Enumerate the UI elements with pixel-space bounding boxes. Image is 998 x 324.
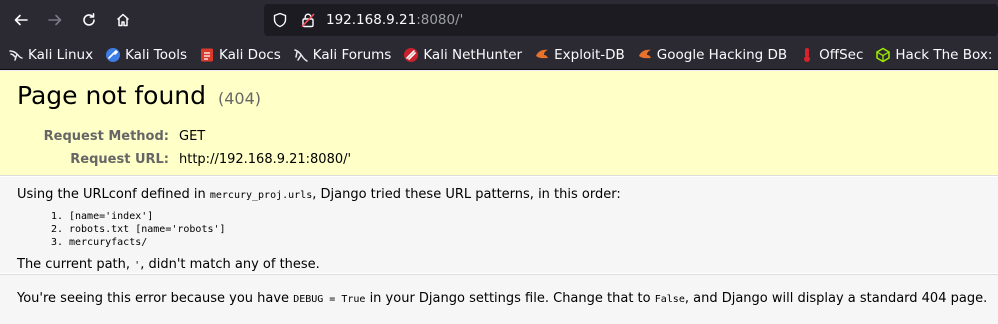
url-bar[interactable]: 192.168.9.21:8080/' [264, 4, 998, 36]
home-button[interactable] [106, 3, 140, 37]
error-summary: Page not found (404) Request Method: GET… [0, 71, 998, 176]
bookmark-label: OffSec [819, 46, 864, 63]
forward-button[interactable] [38, 3, 72, 37]
explanation-post: , and Django will display a standard 404… [684, 291, 988, 306]
current-pre: The current path, [17, 257, 135, 272]
bookmark-label: Exploit-DB [554, 46, 625, 63]
current-path-text: The current path, ', didn't match any of… [17, 257, 981, 272]
bookmarks-toolbar: Kali Linux Kali Tools Kali Docs Kali For… [0, 40, 998, 70]
htb-icon [875, 47, 891, 63]
url-path: :8080/' [416, 12, 464, 28]
bookmark-google-hacking-db[interactable]: Google Hacking DB [637, 47, 787, 63]
status-code: (404) [217, 89, 261, 108]
bookmark-label: Kali NetHunter [423, 46, 523, 63]
bookmark-exploit-db[interactable]: Exploit-DB [534, 47, 625, 63]
explanation-mid: in your Django settings file. Change tha… [365, 291, 655, 306]
bookmark-kali-linux[interactable]: Kali Linux [8, 47, 93, 63]
offsec-icon [799, 47, 815, 63]
kali-docs-icon [199, 47, 215, 63]
reload-button[interactable] [72, 3, 106, 37]
explanation-pre: You're seeing this error because you hav… [17, 291, 294, 306]
bookmark-hack-the-box[interactable]: Hack The Box: Ha [875, 47, 998, 63]
table-row: Request Method: GET [19, 126, 351, 147]
bookmark-label: Google Hacking DB [656, 46, 788, 63]
home-icon [116, 13, 130, 27]
current-post: , didn't match any of these. [140, 257, 320, 272]
debug-setting: DEBUG = True [293, 294, 366, 305]
page-title: Page not found (404) [17, 81, 981, 110]
reload-icon [83, 13, 95, 26]
bookmark-label: Kali Docs [219, 46, 281, 63]
bookmark-label: Kali Linux [28, 46, 94, 63]
request-method-value: GET [179, 129, 206, 144]
bookmark-label: Kali Forums [312, 46, 392, 63]
list-item: robots.txt [name='robots'] [69, 223, 981, 236]
page-title-text: Page not found [17, 81, 207, 110]
urlconf-module: mercury_proj.urls [209, 190, 313, 201]
request-method-label: Request Method: [43, 129, 169, 144]
insecure-lock-icon[interactable] [300, 12, 316, 28]
arrow-right-icon [48, 14, 62, 26]
ghdb-icon [637, 47, 653, 63]
bookmark-kali-docs[interactable]: Kali Docs [199, 47, 281, 63]
false-value: False [654, 294, 685, 305]
table-row: Request URL: http://192.168.9.21:8080/' [19, 149, 351, 170]
kali-forums-icon [293, 47, 309, 63]
browser-toolbar: 192.168.9.21:8080/' [0, 0, 998, 40]
url-patterns-list: [name='index'] robots.txt [name='robots'… [69, 210, 981, 249]
arrow-left-icon [14, 14, 28, 26]
request-url-value: http://192.168.9.21:8080/' [179, 152, 352, 167]
list-item: [name='index'] [69, 210, 981, 223]
kali-dragon-icon [8, 47, 24, 63]
kali-tools-icon [105, 47, 121, 63]
nethunter-icon [403, 47, 419, 63]
exploit-db-icon [534, 47, 550, 63]
request-meta-table: Request Method: GET Request URL: http://… [17, 124, 353, 172]
url-text[interactable]: 192.168.9.21:8080/' [326, 12, 463, 28]
request-url-label: Request URL: [70, 152, 169, 167]
bookmark-offsec[interactable]: OffSec [799, 47, 863, 63]
list-item: mercuryfacts/ [69, 236, 981, 249]
bookmark-kali-tools[interactable]: Kali Tools [105, 47, 187, 63]
page-content: Page not found (404) Request Method: GET… [0, 71, 998, 324]
back-button[interactable] [4, 3, 38, 37]
urlconf-post: , Django tried these URL patterns, in th… [312, 187, 621, 202]
tracking-shield-icon[interactable] [272, 12, 288, 28]
urlconf-info: Using the URLconf defined in mercury_pro… [0, 177, 998, 273]
bookmark-label: Hack The Box: Ha [895, 46, 998, 63]
debug-explanation: You're seeing this error because you hav… [0, 274, 998, 324]
bookmark-kali-forums[interactable]: Kali Forums [293, 46, 392, 63]
url-host: 192.168.9.21 [326, 12, 417, 28]
urlconf-pre: Using the URLconf defined in [17, 187, 210, 202]
urlconf-text: Using the URLconf defined in mercury_pro… [17, 187, 981, 202]
bookmark-kali-nethunter[interactable]: Kali NetHunter [403, 47, 522, 63]
bookmark-label: Kali Tools [125, 46, 187, 63]
